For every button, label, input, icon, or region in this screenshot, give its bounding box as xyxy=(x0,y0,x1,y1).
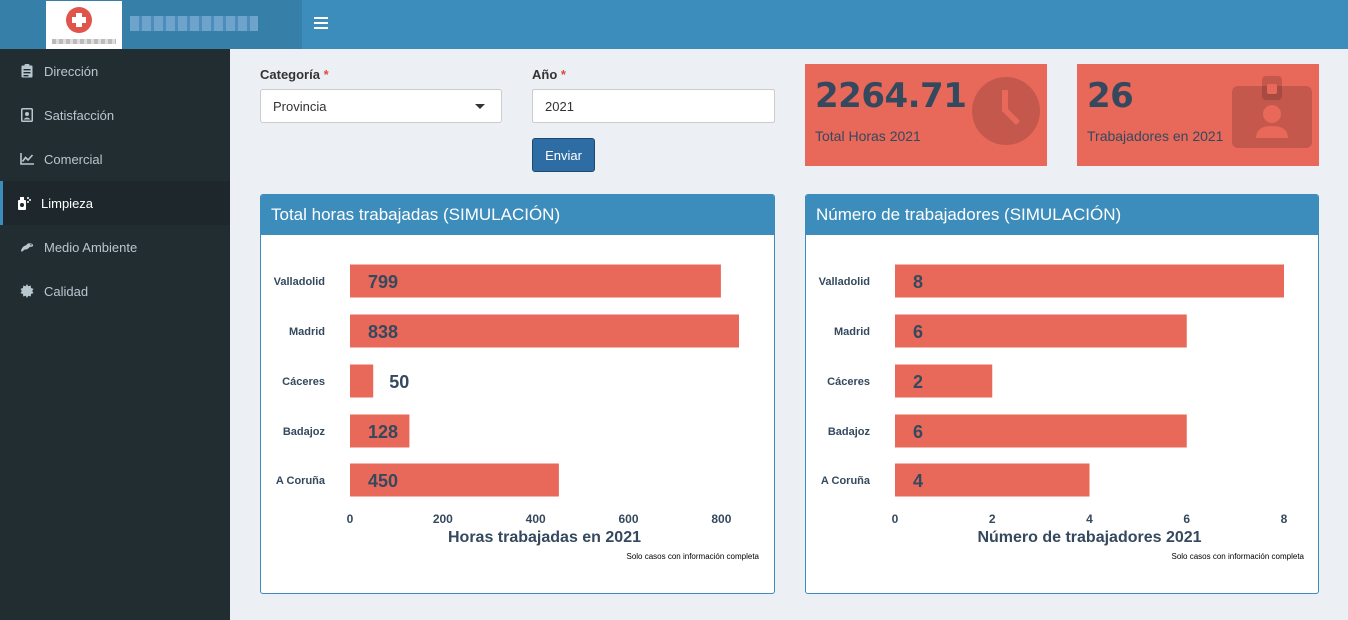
sidebar-item-label: Comercial xyxy=(44,151,103,167)
caret-down-icon xyxy=(475,104,485,109)
line-chart-icon xyxy=(20,152,34,166)
sidebar-item-label: Limpieza xyxy=(41,195,94,211)
logo-wordmark xyxy=(130,16,258,31)
category-label: Valladolid xyxy=(819,276,870,288)
gear-badge-icon xyxy=(20,284,34,298)
id-badge-icon xyxy=(1231,76,1313,153)
top-navbar xyxy=(0,0,1348,49)
category-label: Madrid xyxy=(834,326,870,338)
trabajadores-box: 26 Trabajadores en 2021 xyxy=(1077,64,1319,166)
horas-bar-chart: Valladolid 799 Madrid 838 Cáceres 50 Badajoz 12… xyxy=(274,264,760,561)
logo-image xyxy=(46,1,122,49)
chart-title: Número de trabajadores (SIMULACIÓN) xyxy=(806,195,1318,235)
bar-value-label: 6 xyxy=(913,422,923,442)
sidebar-item-medio-ambiente[interactable]: Medio Ambiente xyxy=(0,225,230,269)
logo-subtext xyxy=(52,39,116,44)
logo-cross-icon xyxy=(66,7,92,33)
chart-caption: Solo casos con información completa xyxy=(1171,552,1304,561)
sidebar-item-direccion[interactable]: Dirección xyxy=(0,49,230,93)
required-mark: * xyxy=(323,67,329,82)
x-tick-label: 0 xyxy=(892,512,899,526)
sidebar-item-label: Dirección xyxy=(44,63,99,79)
bar xyxy=(350,314,739,348)
categoria-select-value: Provincia xyxy=(273,98,327,114)
id-badge-icon xyxy=(20,108,34,122)
x-tick-label: 4 xyxy=(1086,512,1093,526)
chart-panel-horas: Total horas trabajadas (SIMULACIÓN) Vall… xyxy=(260,194,775,594)
categoria-select[interactable]: Provincia xyxy=(260,89,502,123)
total-horas-label: Total Horas 2021 xyxy=(815,128,921,144)
bar-value-label: 8 xyxy=(913,272,923,292)
x-tick-label: 8 xyxy=(1281,512,1288,526)
x-tick-label: 600 xyxy=(619,512,639,526)
anio-label-text: Año xyxy=(532,67,558,82)
category-label: Cáceres xyxy=(827,376,870,388)
anio-input-value: 2021 xyxy=(545,98,574,114)
bar-value-label: 4 xyxy=(913,471,923,491)
logo-area[interactable] xyxy=(0,0,302,49)
clipboard-icon xyxy=(20,64,34,78)
trabajadores-bar-chart: Valladolid 8 Madrid 6 Cáceres 2 Badajoz 6 A Coru… xyxy=(819,264,1305,561)
frog-icon xyxy=(20,240,34,254)
bar-value-label: 6 xyxy=(913,322,923,342)
sidebar-item-comercial[interactable]: Comercial xyxy=(0,137,230,181)
cleaning-icon xyxy=(17,196,31,210)
x-tick-label: 0 xyxy=(347,512,354,526)
anio-input[interactable]: 2021 xyxy=(532,89,775,123)
total-horas-box: 2264.71 Total Horas 2021 xyxy=(805,64,1047,166)
bar xyxy=(895,364,993,398)
total-horas-value: 2264.71 xyxy=(815,76,967,116)
required-mark: * xyxy=(560,67,566,82)
category-label: Cáceres xyxy=(282,376,325,388)
x-tick-label: 6 xyxy=(1183,512,1190,526)
category-label: Madrid xyxy=(289,326,325,338)
x-axis-title: Número de trabajadores 2021 xyxy=(977,529,1201,546)
hamburger-icon[interactable] xyxy=(314,16,328,30)
category-label: Valladolid xyxy=(274,276,325,288)
sidebar-item-satisfaccion[interactable]: Satisfacción xyxy=(0,93,230,137)
bar xyxy=(350,264,721,298)
clock-icon xyxy=(971,76,1041,151)
sidebar-item-label: Medio Ambiente xyxy=(44,239,138,255)
x-tick-label: 800 xyxy=(711,512,731,526)
bar xyxy=(895,264,1284,298)
sidebar-item-limpieza[interactable]: Limpieza xyxy=(0,181,230,225)
category-label: Badajoz xyxy=(283,426,326,438)
chart-panel-trabajadores: Número de trabajadores (SIMULACIÓN) Vall… xyxy=(805,194,1319,594)
bar-value-label: 2 xyxy=(913,372,923,392)
bar xyxy=(895,314,1187,348)
sidebar-item-calidad[interactable]: Calidad xyxy=(0,269,230,313)
category-label: A Coruña xyxy=(821,475,871,487)
trabajadores-value: 26 xyxy=(1087,76,1134,116)
sidebar-item-label: Satisfacción xyxy=(44,107,115,123)
x-tick-label: 2 xyxy=(989,512,996,526)
bar xyxy=(895,463,1090,497)
category-label: Badajoz xyxy=(828,426,871,438)
sidebar-item-label: Calidad xyxy=(44,283,89,299)
sidebar: Dirección Satisfacción Comercial Limpiez… xyxy=(0,49,230,620)
bar-value-label: 50 xyxy=(389,372,409,392)
categoria-label-text: Categoría xyxy=(260,67,320,82)
bar xyxy=(895,414,1187,448)
x-tick-label: 400 xyxy=(526,512,546,526)
bar-value-label: 128 xyxy=(368,422,398,442)
x-axis-title: Horas trabajadas en 2021 xyxy=(448,529,641,546)
x-tick-label: 200 xyxy=(433,512,453,526)
bar xyxy=(350,364,374,398)
trabajadores-label: Trabajadores en 2021 xyxy=(1087,128,1224,144)
anio-label: Año * xyxy=(532,67,566,82)
enviar-button[interactable]: Enviar xyxy=(532,138,595,172)
bar-value-label: 799 xyxy=(368,272,398,292)
chart-title: Total horas trabajadas (SIMULACIÓN) xyxy=(261,195,774,235)
categoria-label: Categoría * xyxy=(260,67,329,82)
category-label: A Coruña xyxy=(276,475,326,487)
bar-value-label: 838 xyxy=(368,322,398,342)
bar-value-label: 450 xyxy=(368,471,398,491)
chart-caption: Solo casos con información completa xyxy=(626,552,759,561)
